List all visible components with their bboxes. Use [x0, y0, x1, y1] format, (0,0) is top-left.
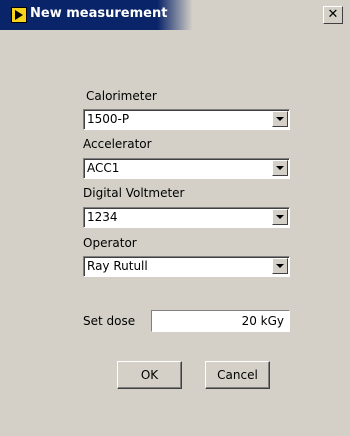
window-title: New measurement [30, 6, 168, 21]
calorimeter-select[interactable]: 1500-P [83, 109, 290, 130]
chevron-down-icon[interactable] [272, 111, 288, 127]
close-button[interactable]: ✕ [323, 6, 343, 24]
calorimeter-label: Calorimeter [86, 89, 157, 103]
chevron-down-icon[interactable] [272, 258, 288, 274]
voltmeter-value: 1234 [87, 210, 118, 224]
title-bar[interactable]: New measurement ✕ [0, 0, 350, 30]
operator-value: Ray Rutull [87, 259, 148, 273]
cancel-button[interactable]: Cancel [205, 361, 270, 389]
ok-button[interactable]: OK [117, 361, 182, 389]
accelerator-label: Accelerator [83, 137, 152, 151]
voltmeter-select[interactable]: 1234 [83, 207, 290, 228]
close-icon: ✕ [327, 7, 339, 22]
operator-label: Operator [83, 236, 137, 250]
accelerator-value: ACC1 [87, 161, 120, 175]
voltmeter-label: Digital Voltmeter [83, 186, 185, 200]
accelerator-select[interactable]: ACC1 [83, 158, 290, 179]
set-dose-input[interactable]: 20 kGy [151, 310, 290, 332]
set-dose-value: 20 kGy [241, 314, 284, 328]
operator-select[interactable]: Ray Rutull [83, 256, 290, 277]
chevron-down-icon[interactable] [272, 209, 288, 225]
calorimeter-value: 1500-P [87, 112, 130, 126]
chevron-down-icon[interactable] [272, 160, 288, 176]
set-dose-label: Set dose [83, 314, 136, 328]
new-measurement-dialog: New measurement ✕ Calorimeter 1500-P Acc… [0, 0, 350, 436]
app-icon [11, 7, 27, 23]
